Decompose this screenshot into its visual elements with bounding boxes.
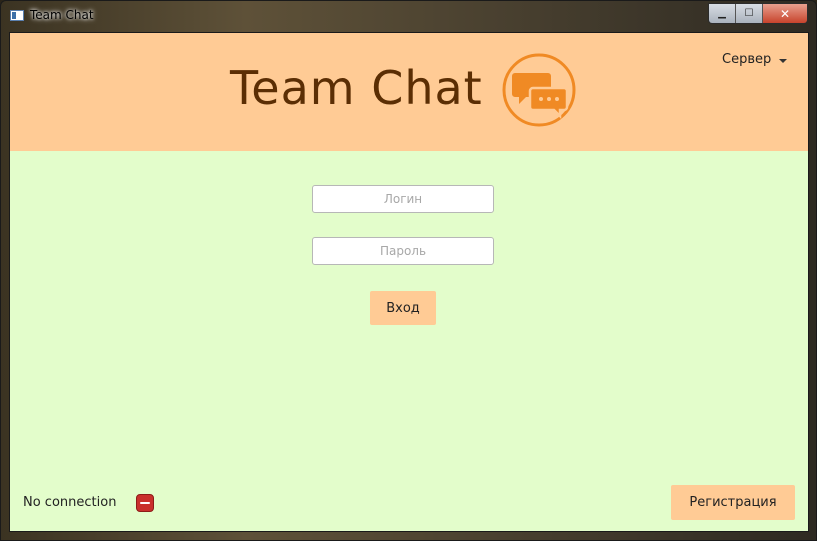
server-menu-label: Сервер bbox=[722, 52, 772, 67]
login-button[interactable]: Вход bbox=[370, 291, 436, 325]
title-bar[interactable]: Team Chat ▁ ☐ ✕ bbox=[1, 1, 816, 31]
close-icon: ✕ bbox=[779, 6, 791, 21]
chevron-down-icon bbox=[779, 58, 788, 63]
server-menu[interactable]: Сервер bbox=[722, 52, 788, 67]
logo-text: Team Chat bbox=[230, 61, 483, 115]
close-button[interactable]: ✕ bbox=[763, 4, 807, 23]
maximize-icon: ☐ bbox=[744, 8, 754, 19]
window-title: Team Chat bbox=[30, 8, 94, 22]
app-icon[interactable] bbox=[10, 10, 24, 21]
header-banner: Team Chat Сервер bbox=[10, 33, 808, 151]
window-controls: ▁ ☐ ✕ bbox=[708, 3, 808, 24]
password-input[interactable] bbox=[312, 237, 494, 265]
app-window: Team Chat ▁ ☐ ✕ Team Chat Сервер Логин В… bbox=[0, 0, 817, 541]
minimize-icon: ▁ bbox=[718, 8, 726, 19]
minimize-button[interactable]: ▁ bbox=[709, 4, 736, 23]
disconnected-icon bbox=[136, 494, 154, 512]
chat-bubbles-icon bbox=[502, 53, 576, 127]
maximize-button[interactable]: ☐ bbox=[736, 4, 763, 23]
register-button[interactable]: Регистрация bbox=[671, 485, 795, 520]
client-area: Team Chat Сервер Вход No connection Реги… bbox=[9, 32, 809, 532]
login-input[interactable] bbox=[312, 185, 494, 213]
connection-status-text: No connection bbox=[23, 495, 117, 510]
